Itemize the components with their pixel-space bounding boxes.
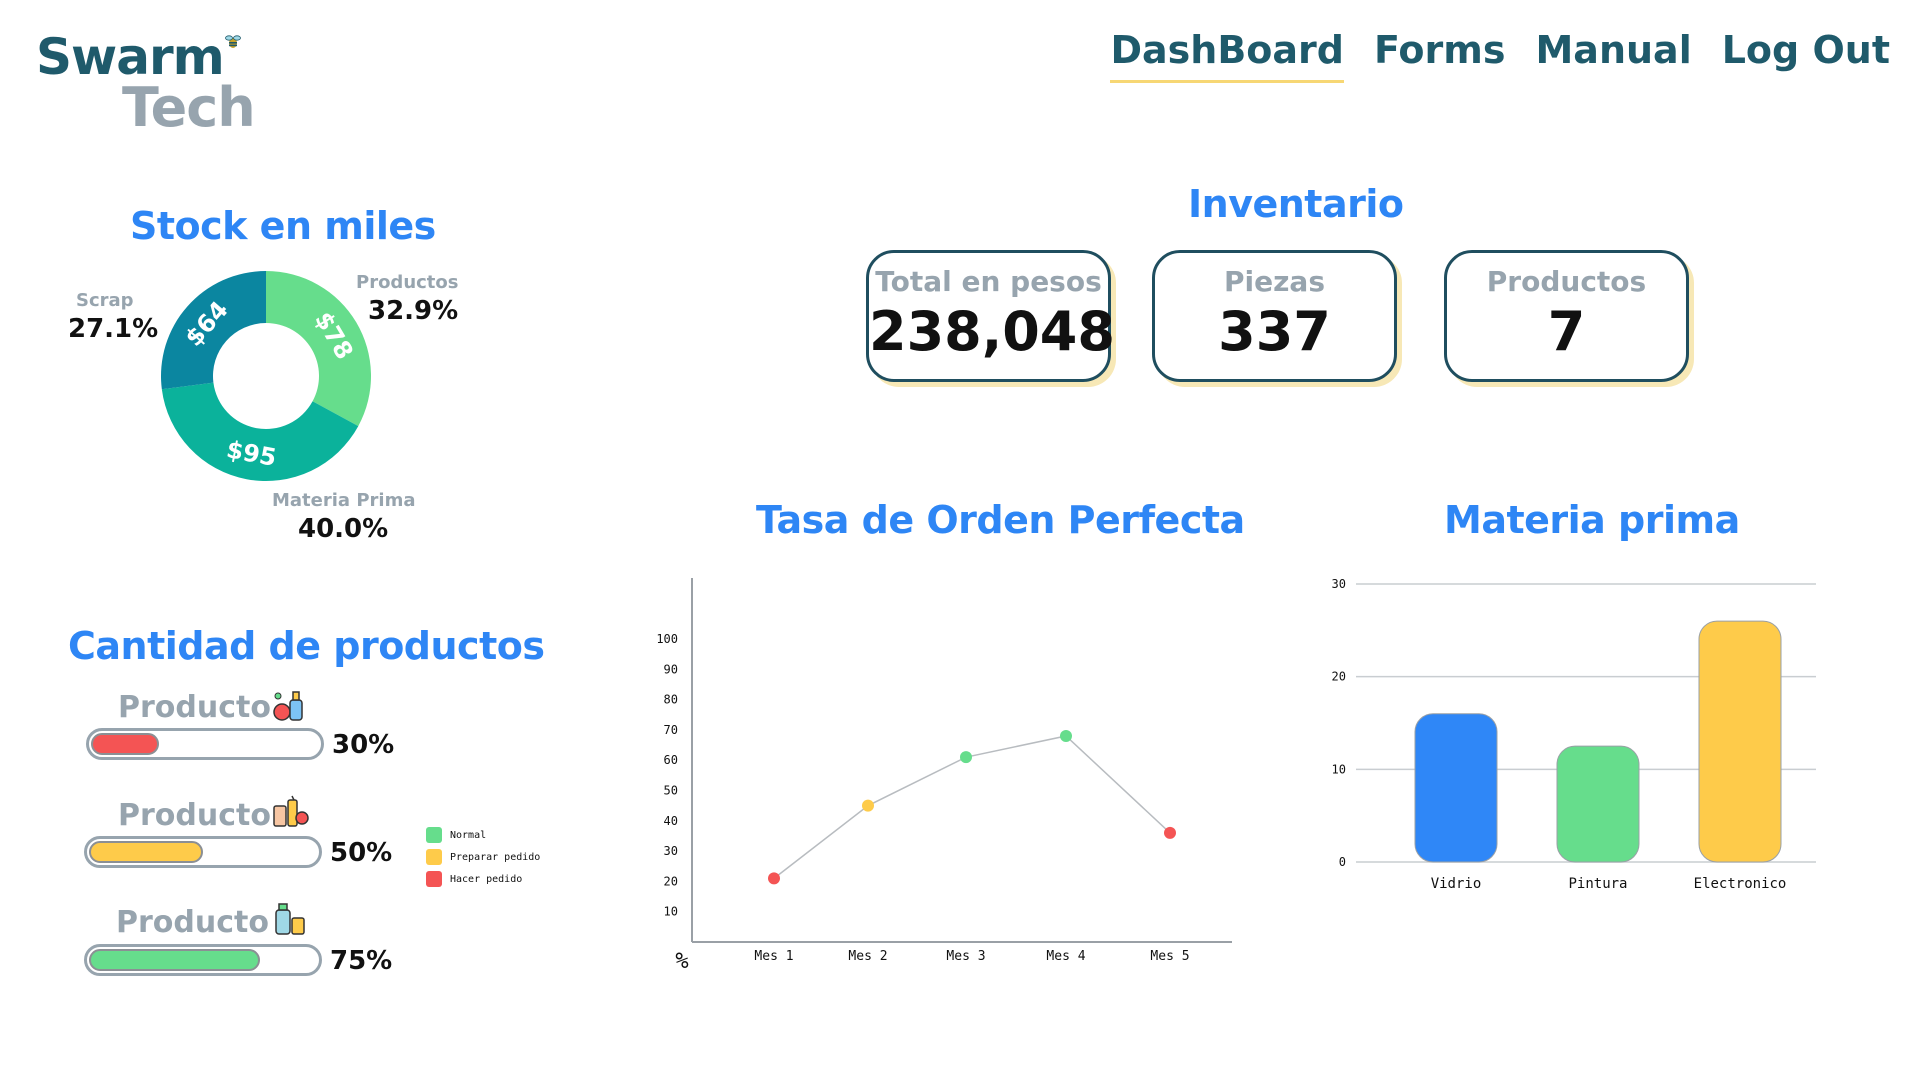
donut-percent-scrap: 27.1% [68,314,159,344]
y-tick-label: 30 [664,844,678,858]
x-tick-label: Mes 1 [754,949,793,964]
legend-swatch [426,871,442,887]
donut-slice [161,271,266,390]
product-label: Producto [118,690,271,725]
bee-icon [225,35,241,48]
legend-label: Hacer pedido [450,873,523,885]
y-tick-label: 80 [664,693,678,707]
x-tick-label: Vidrio [1431,876,1482,892]
x-tick-label: Mes 2 [848,949,887,964]
inventario-title: Inventario [1188,182,1404,226]
logo[interactable]: Swarm Tech [36,28,266,139]
card-value: 7 [1547,300,1586,363]
donut-label-materia-prima: Materia Prima [272,490,416,511]
product-label: Producto [116,905,269,940]
card-label: Piezas [1224,265,1325,298]
data-point [768,872,780,885]
donut-value-label: $78 [309,307,359,364]
progress-fill [89,841,203,863]
x-tick-label: Mes 3 [946,949,985,964]
nav-log-out[interactable]: Log Out [1722,28,1890,80]
bar [1556,745,1640,863]
x-tick-label: Mes 4 [1046,949,1085,964]
stock-title: Stock en miles [130,204,436,248]
donut-percent-materia-prima: 40.0% [298,514,389,544]
card-piezas: Piezas 337 [1152,250,1397,382]
y-tick-label: 40 [664,814,678,828]
y-tick-label: 10 [664,905,678,919]
y-tick-label: 90 [664,662,678,676]
y-axis-label: % [675,949,688,974]
data-point [862,799,874,812]
legend-label: Normal [450,829,487,841]
donut-slice [266,271,372,427]
y-tick-label: 20 [1332,670,1346,684]
y-tick-label: 50 [664,784,678,798]
legend-swatch [426,849,442,865]
legend-item-normal: Normal [426,824,540,846]
legend-item-preparar-pedido: Preparar pedido [426,846,540,868]
x-tick-label: Electronico [1694,876,1787,892]
nav-forms[interactable]: Forms [1374,28,1505,80]
y-tick-label: 30 [1332,577,1346,591]
legend-swatch [426,827,442,843]
series-line [773,735,1171,879]
y-tick-label: 0 [1339,855,1346,869]
card-value: 337 [1218,300,1331,363]
materia-prima-title: Materia prima [1444,498,1740,542]
logo-text-tech: Tech [122,76,256,139]
donut-slice [161,382,359,481]
data-point [1164,826,1176,839]
y-tick-label: 10 [1332,762,1346,776]
product-percent: 50% [330,838,393,868]
nav-manual[interactable]: Manual [1535,28,1691,80]
donut-percent-productos: 32.9% [368,296,459,326]
x-tick-label: Pintura [1568,876,1627,892]
card-total-en-pesos: Total en pesos 238,048 [866,250,1115,382]
donut-value-label: $95 [224,435,278,472]
progress-fill [89,949,260,971]
bar [1698,620,1782,863]
card-label: Productos [1486,265,1647,298]
orden-perfecta-title: Tasa de Orden Perfecta [756,498,1245,542]
status-legend: Normal Preparar pedido Hacer pedido [426,824,540,890]
donut-value-label: $64 [180,296,234,352]
cleaning-products-icon [273,691,303,721]
bar [1414,713,1498,863]
donut-label-productos: Productos [356,272,459,293]
y-tick-label: 100 [656,632,678,646]
nav-dashboard[interactable]: DashBoard [1110,28,1344,83]
y-tick-label: 70 [664,723,678,737]
data-point [1060,729,1072,742]
product-progress-bar [84,836,322,868]
card-value: 238,048 [869,300,1115,363]
y-tick-label: 20 [664,874,678,888]
product-progress-bar [86,728,324,760]
legend-item-hacer-pedido: Hacer pedido [426,868,540,890]
card-label: Total en pesos [875,265,1102,298]
legend-label: Preparar pedido [450,851,541,863]
y-tick-label: 60 [664,753,678,767]
grocery-products-icon [273,795,309,827]
product-percent: 75% [330,946,393,976]
card-productos: Productos 7 [1444,250,1689,382]
donut-label-scrap: Scrap [76,290,134,311]
product-percent: 30% [332,730,395,760]
cantidad-productos-title: Cantidad de productos [68,624,545,668]
product-progress-bar [84,944,322,976]
x-tick-label: Mes 5 [1150,949,1189,964]
progress-fill [91,733,159,755]
household-products-icon [275,903,305,935]
data-point [960,751,972,764]
top-nav: DashBoard Forms Manual Log Out [1110,28,1890,83]
product-label: Producto [118,798,271,833]
